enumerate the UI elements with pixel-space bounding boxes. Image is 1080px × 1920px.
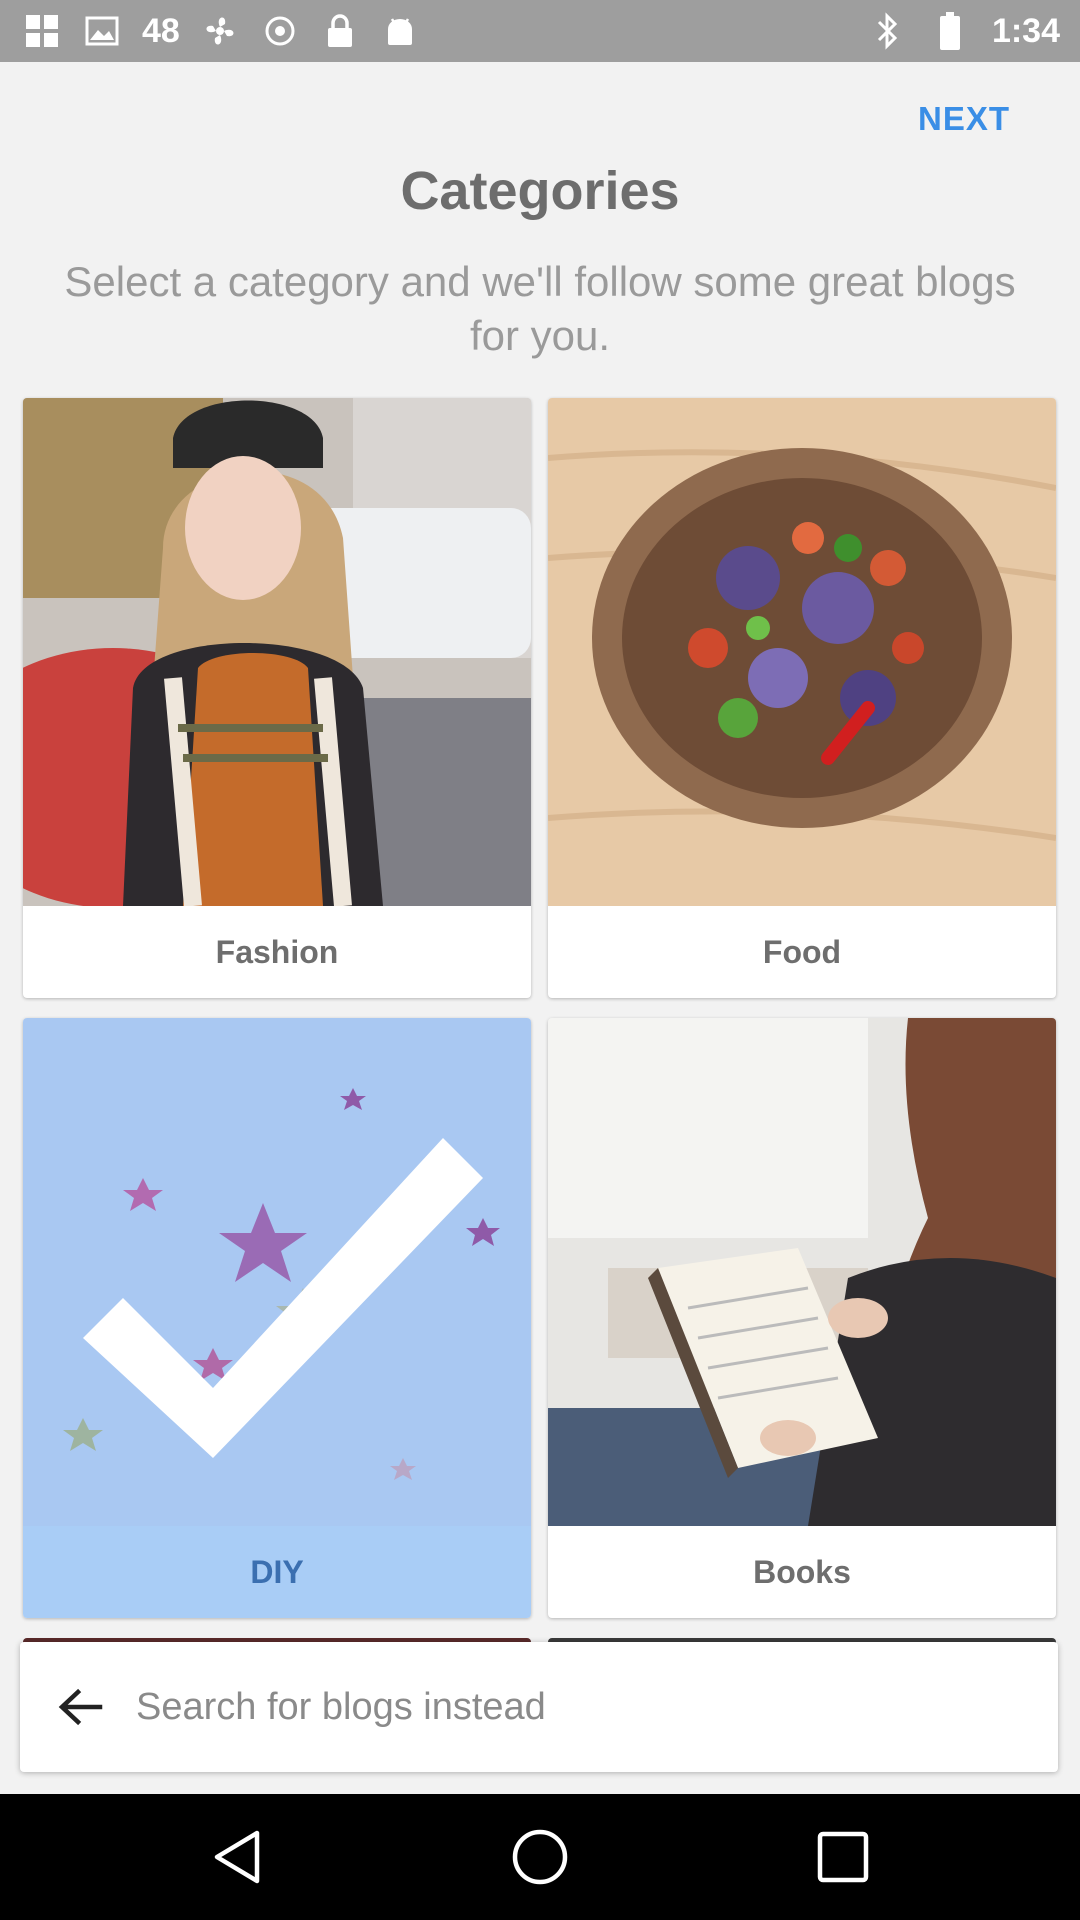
grid-icon — [22, 11, 62, 51]
recents-nav-icon[interactable] — [813, 1827, 873, 1887]
status-number: 48 — [142, 11, 180, 50]
next-button[interactable]: NEXT — [918, 100, 1010, 138]
status-time: 1:34 — [991, 11, 1060, 50]
back-nav-icon[interactable] — [207, 1827, 267, 1887]
home-nav-icon[interactable] — [510, 1827, 570, 1887]
status-left: 48 — [22, 10, 420, 52]
back-arrow-icon[interactable] — [48, 1675, 112, 1739]
picture-icon — [82, 11, 122, 51]
page-subtitle: Select a category and we'll follow some … — [64, 258, 1016, 359]
fashion-image — [23, 398, 531, 906]
page-title: Categories — [400, 161, 680, 221]
search-bar — [20, 1642, 1058, 1772]
category-label: Fashion — [215, 933, 339, 970]
books-image — [548, 1018, 1056, 1526]
location-icon — [260, 11, 300, 51]
category-label: Books — [753, 1553, 851, 1590]
android-icon — [380, 11, 420, 51]
navigation-bar — [0, 1794, 1080, 1920]
battery-icon — [930, 11, 970, 51]
status-right: 1:34 — [868, 10, 1060, 52]
diy-image — [23, 1018, 531, 1526]
category-card-food[interactable]: Food — [548, 398, 1056, 998]
bluetooth-icon — [868, 11, 908, 51]
category-card-books[interactable]: Books — [548, 1018, 1056, 1618]
category-label: DIY — [23, 1526, 531, 1618]
status-bar: 48 1:34 — [0, 0, 1080, 62]
fan-icon — [200, 11, 240, 51]
category-card-fashion[interactable]: Fashion — [23, 398, 531, 998]
food-image — [548, 398, 1056, 906]
category-card-diy[interactable]: DIY — [23, 1018, 531, 1618]
lock-icon — [320, 11, 360, 51]
category-label: Food — [762, 933, 842, 970]
search-input[interactable] — [134, 1684, 1058, 1730]
